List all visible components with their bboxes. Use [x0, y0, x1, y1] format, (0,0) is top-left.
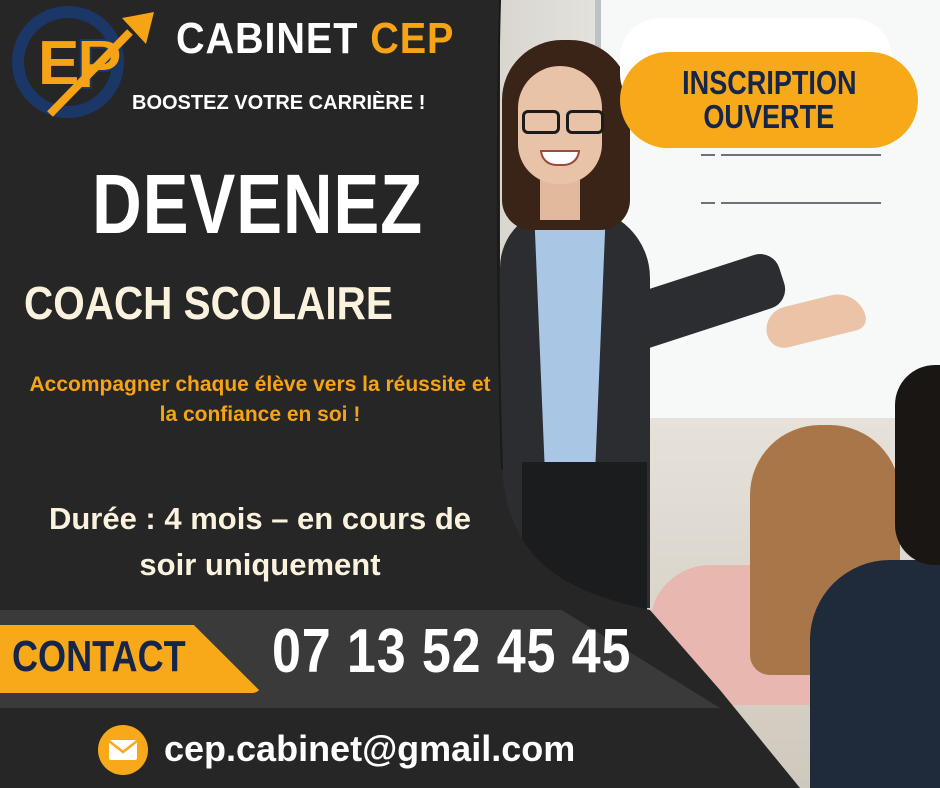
- subline: Accompagner chaque élève vers la réussit…: [29, 373, 491, 426]
- badge-line1: INSCRIPTION: [681, 64, 857, 101]
- brand-name: CABINET CEP: [176, 14, 454, 64]
- inscription-badge: INSCRIPTION OUVERTE: [620, 52, 918, 148]
- headline-coach-scolaire: COACH SCOLAIRE: [24, 277, 393, 329]
- badge-line2: OUVERTE: [703, 98, 835, 135]
- brand-name-part2: CEP: [370, 14, 455, 63]
- flyer: E P CABINET CEP BOOSTEZ VOTRE CARRIÈRE !…: [0, 0, 940, 788]
- headline-devenez: DEVENEZ: [92, 157, 424, 251]
- envelope-icon: [98, 725, 148, 775]
- tagline: BOOSTEZ VOTRE CARRIÈRE !: [132, 92, 426, 114]
- email-address[interactable]: cep.cabinet@gmail.com: [164, 728, 575, 770]
- contact-label: CONTACT: [12, 632, 186, 681]
- brand-name-part1: CABINET: [176, 14, 359, 63]
- duration-text: Durée : 4 mois – en cours de soir unique…: [48, 501, 472, 582]
- phone-number[interactable]: 07 13 52 45 45: [272, 616, 631, 687]
